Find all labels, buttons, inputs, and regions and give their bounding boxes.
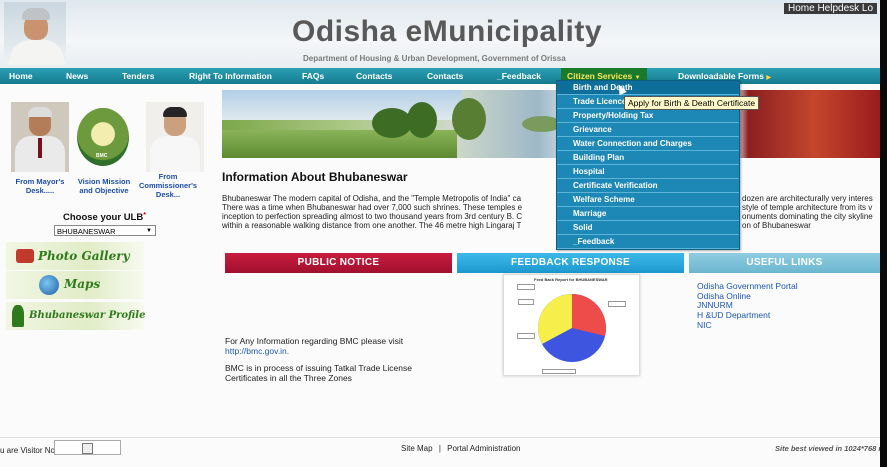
chart-legend-note [517, 333, 535, 339]
commissioner-desk-link[interactable]: From Commissioner's Desk... [134, 172, 202, 199]
article-title: Information About Bhubaneswar [222, 170, 408, 184]
useful-link-jnnurm[interactable]: JNNURM [697, 300, 733, 310]
useful-link-nic[interactable]: NIC [697, 320, 712, 330]
mayor-desk-link[interactable]: From Mayor's Desk..... [9, 177, 71, 195]
mayor-photo[interactable] [11, 102, 69, 172]
nav-home[interactable]: Home [9, 68, 33, 84]
article-line: There was a time when Bhubaneswar had ov… [222, 203, 523, 212]
article-line-right: style of temple architecture from its v [742, 203, 873, 212]
header: Odisha eMunicipality Department of Housi… [0, 0, 880, 68]
menu-item-grievance[interactable]: Grievance [557, 123, 739, 137]
visitor-counter [54, 440, 121, 455]
maps-label: Maps [64, 277, 101, 291]
footer-separator: | [438, 444, 441, 453]
visitor-label: u are Visitor No: [0, 446, 58, 455]
menu-item-marriage[interactable]: Marriage [557, 207, 739, 221]
public-notice-header: PUBLIC NOTICE [225, 253, 452, 273]
menu-item-water-connection[interactable]: Water Connection and Charges [557, 137, 739, 151]
article-line-right: on of Bhubaneswar [742, 221, 811, 230]
page: Odisha eMunicipality Department of Housi… [0, 0, 880, 467]
menu-item-welfare-scheme[interactable]: Welfare Scheme [557, 193, 739, 207]
useful-links-header: USEFUL LINKS [689, 253, 880, 273]
nav-contacts-2[interactable]: Contacts [427, 68, 463, 84]
article-line: inception to perfection spreading almost… [222, 212, 523, 221]
footer-links: Site Map | Portal Administration [401, 444, 521, 453]
globe-icon [39, 275, 59, 295]
photo-gallery-icon [16, 249, 34, 263]
main-nav: Home News Tenders Right To Information F… [0, 68, 880, 84]
photo-gallery-label: Photo Gallery [38, 249, 130, 263]
notice-line: BMC is in process of issuing Tatkal Trad… [225, 363, 412, 373]
best-viewed-note: Site best viewed in 1024*768 r [775, 444, 880, 453]
feedback-pie [538, 294, 606, 362]
site-subtitle: Department of Housing & Urban Developmen… [303, 54, 566, 63]
article-line-right: onuments dominating the city skyline [742, 212, 873, 221]
menu-item-hospital[interactable]: Hospital [557, 165, 739, 179]
ulb-select-value: BHUBANESWAR [57, 227, 116, 236]
portal-admin-link[interactable]: Portal Administration [447, 444, 520, 453]
top-links[interactable]: Home Helpdesk Lo [784, 3, 878, 14]
article-line: Bhubaneswar The modern capital of Odisha… [222, 194, 522, 203]
city-banner [222, 90, 880, 158]
chart-legend-note [518, 299, 534, 305]
maps-link[interactable]: Maps [6, 271, 144, 299]
choose-ulb-label: Choose your ULB* [63, 212, 146, 223]
menu-item-certificate-verification[interactable]: Certificate Verification [557, 179, 739, 193]
choose-ulb-text: Choose your ULB [63, 212, 144, 223]
site-map-link[interactable]: Site Map [401, 444, 433, 453]
menu-item-feedback[interactable]: _Feedback [557, 235, 739, 249]
bmc-emblem-text: BMC [96, 153, 108, 159]
select-arrow-icon: ▼ [146, 228, 152, 234]
notice-link[interactable]: http://bmc.gov.in. [225, 346, 289, 356]
nav-tenders[interactable]: Tenders [122, 68, 154, 84]
notice-line: Certificates in all the Three Zones [225, 373, 352, 383]
profile-label: Bhubaneswar Profile [29, 310, 146, 321]
tooltip: Apply for Birth & Death Certificate [624, 96, 760, 110]
menu-item-birth-death[interactable]: Birth and Death [557, 81, 739, 95]
useful-link-hud[interactable]: H &UD Department [697, 310, 770, 320]
counter-image-icon [82, 443, 93, 454]
photo-gallery-link[interactable]: Photo Gallery [6, 242, 144, 270]
site-title: Odisha eMunicipality [292, 15, 603, 48]
required-star: * [143, 212, 146, 219]
nav-rti[interactable]: Right To Information [189, 68, 272, 84]
chief-minister-portrait [4, 2, 66, 65]
nav-contacts[interactable]: Contacts [356, 68, 392, 84]
bhubaneswar-profile-link[interactable]: Bhubaneswar Profile [6, 302, 146, 330]
window-edge [880, 0, 887, 467]
profile-figure-icon [12, 305, 24, 327]
feedback-response-header: FEEDBACK RESPONSE [457, 253, 684, 273]
useful-link-govt-portal[interactable]: Odisha Government Portal [697, 281, 798, 291]
vision-link[interactable]: Vision Mission and Objective [72, 177, 136, 195]
footer-divider [0, 437, 880, 438]
nav-feedback[interactable]: _Feedback [497, 68, 541, 84]
nav-news[interactable]: News [66, 68, 88, 84]
ulb-select[interactable]: BHUBANESWAR ▼ [54, 225, 156, 236]
chart-legend-note [517, 284, 535, 290]
article-line-right: dozen are architecturally very interes [742, 194, 873, 203]
menu-item-building-plan[interactable]: Building Plan [557, 151, 739, 165]
nav-faqs[interactable]: FAQs [302, 68, 324, 84]
menu-item-property-tax[interactable]: Property/Holding Tax [557, 109, 739, 123]
feedback-chart[interactable]: Feed Back Report for BHUBANESWAR [503, 274, 640, 376]
menu-item-solid[interactable]: Solid [557, 221, 739, 235]
chart-legend-note [542, 369, 576, 374]
notice-line: For Any Information regarding BMC please… [225, 336, 404, 346]
bmc-emblem[interactable]: BMC [77, 108, 129, 166]
arrow-right-icon: ▶ [766, 75, 771, 81]
article-line: within a reasonable walking distance fro… [222, 221, 522, 230]
commissioner-photo[interactable] [146, 102, 204, 172]
chart-legend-note [608, 301, 626, 307]
